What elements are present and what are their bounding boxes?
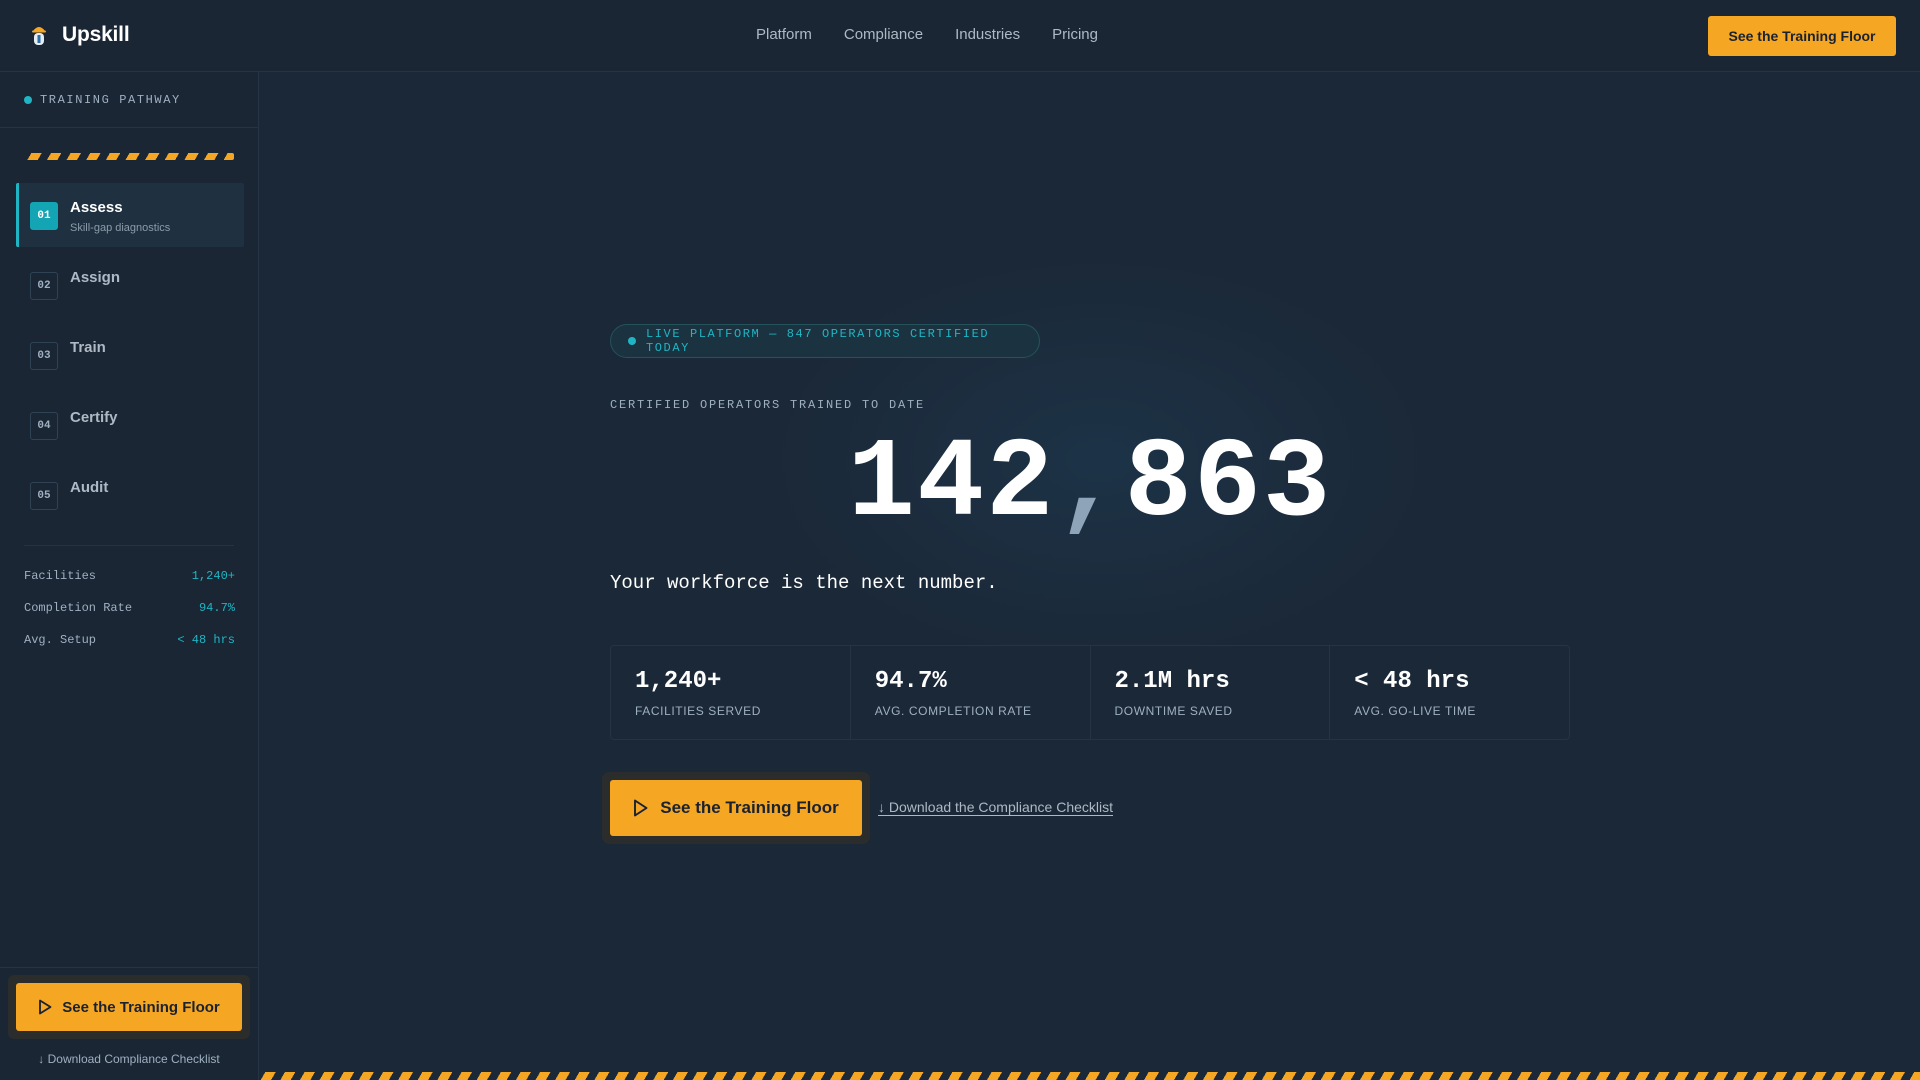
metric-facilities: Facilities 1,240+ xyxy=(24,569,235,583)
stat-label: AVG. GO-LIVE TIME xyxy=(1354,704,1477,718)
sidebar-divider xyxy=(24,545,234,546)
stat-downtime: 2.1M hrs DOWNTIME SAVED xyxy=(1091,646,1331,739)
step-label: Audit xyxy=(70,479,109,496)
step-assess[interactable]: 01 Assess Skill-gap diagnostics xyxy=(16,183,244,247)
step-subtitle: Skill-gap diagnostics xyxy=(70,222,171,234)
nav-pricing[interactable]: Pricing xyxy=(1052,26,1098,43)
metric-key: Facilities xyxy=(24,569,97,583)
step-label: Assign xyxy=(70,269,121,286)
download-checklist-link[interactable]: ↓ Download the Compliance Checklist xyxy=(878,799,1113,815)
metric-avg-setup: Avg. Setup < 48 hrs xyxy=(24,633,235,647)
hero-cta-frame: See the Training Floor xyxy=(602,772,870,844)
stat-label: FACILITIES SERVED xyxy=(635,704,762,718)
counter-overline: CERTIFIED OPERATORS TRAINED TO DATE xyxy=(610,398,926,412)
step-number: 02 xyxy=(30,272,58,300)
nav-platform[interactable]: Platform xyxy=(756,26,812,43)
stat-value: 94.7% xyxy=(874,668,947,695)
stat-go-live: < 48 hrs AVG. GO-LIVE TIME xyxy=(1330,646,1569,739)
step-train[interactable]: 03 Train xyxy=(16,323,244,387)
metric-key: Avg. Setup xyxy=(24,633,97,647)
hero-tagline: Your workforce is the next number. xyxy=(610,572,998,594)
step-number: 05 xyxy=(30,482,58,510)
live-status-badge: LIVE PLATFORM — 847 OPERATORS CERTIFIED … xyxy=(610,324,1040,358)
stat-value: < 48 hrs xyxy=(1354,668,1470,695)
stat-value: 1,240+ xyxy=(635,668,722,695)
button-label: See the Training Floor xyxy=(62,998,220,1016)
counter-thousands: 142 xyxy=(847,421,1056,548)
sidebar-cta-frame: See the Training Floor xyxy=(8,975,250,1039)
stat-facilities: 1,240+ FACILITIES SERVED xyxy=(611,646,851,739)
step-label: Train xyxy=(70,339,106,356)
metric-key: Completion Rate xyxy=(24,601,133,615)
metric-completion-rate: Completion Rate 94.7% xyxy=(24,601,235,615)
step-label: Certify xyxy=(70,409,118,426)
pathway-title: TRAINING PATHWAY xyxy=(40,92,181,107)
sidebar-training-floor-button[interactable]: See the Training Floor xyxy=(16,983,242,1031)
nav-industries[interactable]: Industries xyxy=(955,26,1020,43)
step-number: 03 xyxy=(30,342,58,370)
metric-value: 94.7% xyxy=(198,601,235,615)
status-dot-icon xyxy=(24,95,32,104)
hazard-stripe-footer xyxy=(259,1072,1920,1080)
stat-value: 2.1M hrs xyxy=(1114,668,1230,695)
step-certify[interactable]: 04 Certify xyxy=(16,393,244,457)
step-label: Assess xyxy=(70,199,123,216)
stat-completion: 94.7% AVG. COMPLETION RATE xyxy=(851,646,1091,739)
play-icon xyxy=(634,799,648,817)
operators-counter: 142,863 xyxy=(610,425,1570,545)
counter-separator: , xyxy=(1055,421,1125,548)
counter-units: 863 xyxy=(1124,421,1333,548)
hero-training-floor-button[interactable]: See the Training Floor xyxy=(610,780,862,836)
header-training-floor-button[interactable]: See the Training Floor xyxy=(1708,16,1896,56)
hazard-stripe xyxy=(24,153,234,160)
pathway-header: TRAINING PATHWAY xyxy=(0,72,258,128)
nav-compliance[interactable]: Compliance xyxy=(844,26,923,43)
step-number: 01 xyxy=(30,202,58,230)
sidebar-footer: See the Training Floor ↓ Download Compli… xyxy=(0,967,258,1080)
step-audit[interactable]: 05 Audit xyxy=(16,463,244,527)
stats-strip: 1,240+ FACILITIES SERVED 94.7% AVG. COMP… xyxy=(610,645,1570,740)
sidebar: TRAINING PATHWAY 01 Assess Skill-gap dia… xyxy=(0,72,259,1080)
main-nav: Platform Compliance Industries Pricing xyxy=(756,26,1098,43)
operator-helmet-icon xyxy=(32,27,46,45)
metric-value: < 48 hrs xyxy=(177,633,235,647)
live-badge-text: LIVE PLATFORM — 847 OPERATORS CERTIFIED … xyxy=(645,327,990,355)
button-label: See the Training Floor xyxy=(660,798,839,817)
step-number: 04 xyxy=(30,412,58,440)
top-header: Upskill Platform Compliance Industries P… xyxy=(0,0,1920,72)
metric-value: 1,240+ xyxy=(191,569,235,583)
stat-label: DOWNTIME SAVED xyxy=(1114,704,1233,718)
stat-label: AVG. COMPLETION RATE xyxy=(874,704,1032,718)
brand-name: Upskill xyxy=(62,23,130,46)
brand[interactable]: Upskill xyxy=(28,22,130,48)
sidebar-download-checklist-link[interactable]: ↓ Download Compliance Checklist xyxy=(0,1052,258,1066)
live-dot-icon xyxy=(628,337,636,345)
pathway-steps: 01 Assess Skill-gap diagnostics 02 Assig… xyxy=(16,183,244,533)
play-icon xyxy=(39,999,52,1015)
step-assign[interactable]: 02 Assign xyxy=(16,253,244,317)
